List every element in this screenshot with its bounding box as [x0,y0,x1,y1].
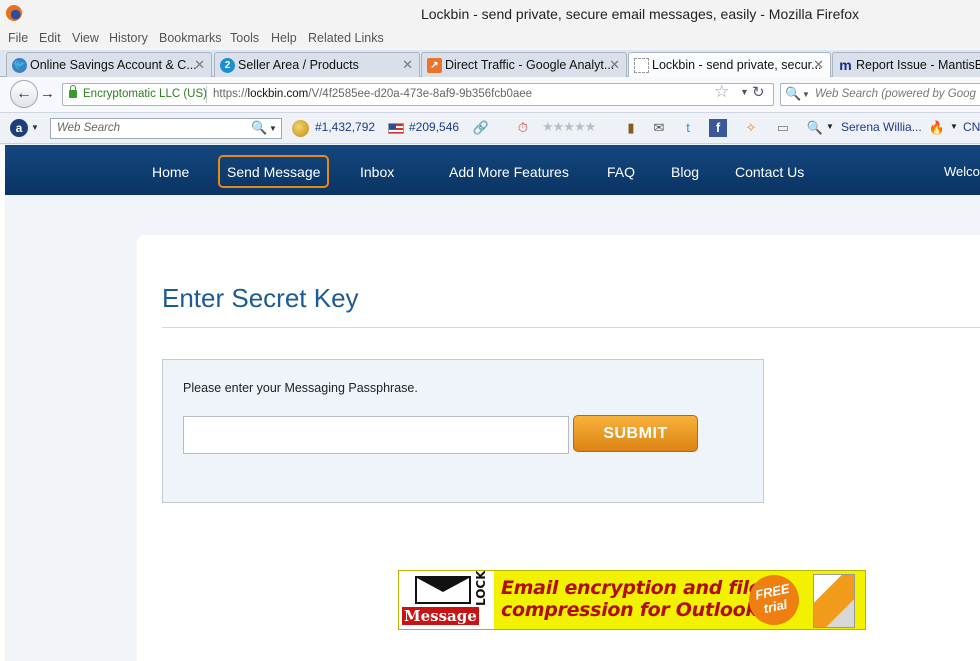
close-tab-icon[interactable]: ✕ [813,57,824,73]
search-engine-icon[interactable]: 🔍 [785,86,801,102]
blue-bird-icon: 🐦 [12,58,27,73]
nav-add-more-features[interactable]: Add More Features [449,164,569,180]
nav-contact-us[interactable]: Contact Us [735,164,804,180]
sparkle-icon[interactable]: ✧ [742,119,760,137]
mail-icon[interactable]: ✉ [650,119,668,137]
browser-search-box[interactable]: 🔍 ▼ Web Search (powered by Goog [780,83,980,106]
us-rank[interactable]: #209,546 [409,120,459,134]
welcome-text: Welcome [944,164,980,179]
messagelock-logo: Message LOCK [399,571,494,629]
tab-strip: 🐦 Online Savings Account & C... ✕ 2 Sell… [0,50,980,79]
passphrase-input[interactable] [183,416,569,454]
site-navigation: Home Send Message Inbox Add More Feature… [5,145,980,195]
us-flag-icon [388,123,404,134]
menu-tools[interactable]: Tools [230,31,259,45]
toolbar-trailing-label[interactable]: CN [963,120,980,134]
search-person-icon[interactable]: 🔍 [806,119,824,137]
alexa-rank[interactable]: #1,432,792 [315,120,375,134]
alexa-globe-icon[interactable] [292,120,309,137]
search-placeholder: Web Search (powered by Goog [815,88,976,100]
addon-toolbar: a ▼ Web Search 🔍 ▼ #1,432,792 #209,546 🔗… [0,113,980,144]
menu-bookmarks[interactable]: Bookmarks [159,31,222,45]
nav-home[interactable]: Home [152,164,189,180]
toolbar-search-input[interactable]: Web Search 🔍 ▼ [50,118,282,139]
close-tab-icon[interactable]: ✕ [402,57,413,73]
chevron-down-icon[interactable]: ▼ [269,124,277,133]
timer-icon[interactable]: ⏱ [514,119,532,137]
ask-logo-icon[interactable]: a [10,119,28,137]
flame-icon[interactable]: 🔥 [928,119,946,137]
site-identity[interactable]: Encryptomatic LLC (US) [83,88,207,100]
nav-blog[interactable]: Blog [671,164,699,180]
window-title: Lockbin - send private, secure email mes… [420,6,860,22]
bookmark-star-icon[interactable]: ☆ [714,82,729,102]
window-titlebar: Lockbin - send private, secure email mes… [0,0,980,30]
page-title: Enter Secret Key [162,283,359,313]
product-box-image [813,574,855,628]
page-left-edge [0,145,5,661]
menu-bar: File Edit View History Bookmarks Tools H… [0,30,980,48]
close-tab-icon[interactable]: ✕ [609,57,620,73]
envelope-icon [415,576,471,604]
analytics-icon: ↗ [427,58,442,73]
nav-send-message[interactable]: Send Message [227,164,320,180]
facebook-icon[interactable]: f [709,119,727,137]
chevron-down-icon[interactable]: ▼ [950,122,958,131]
url-history-dropdown-icon[interactable]: ▼ [740,87,749,97]
nav-inbox[interactable]: Inbox [360,164,394,180]
submit-button[interactable]: SUBMIT [573,415,698,452]
url-text[interactable]: https://lockbin.com/V/4f2585ee-d20a-473e… [213,88,532,100]
twitter-icon[interactable]: t [679,119,697,137]
search-icon[interactable]: 🔍 [251,120,267,136]
menu-related-links[interactable]: Related Links [308,31,384,45]
close-tab-icon[interactable]: ✕ [194,57,205,73]
url-separator [206,86,207,103]
notebook-icon[interactable]: ▮ [622,119,640,137]
forward-arrow-icon[interactable]: → [40,85,55,102]
link-icon[interactable]: 🔗 [472,119,490,137]
tab-seller-area[interactable]: 2 Seller Area / Products ✕ [214,52,420,77]
address-bar[interactable]: Encryptomatic LLC (US) https://lockbin.c… [62,83,774,106]
tab-direct-traffic[interactable]: ↗ Direct Traffic - Google Analyt... ✕ [421,52,627,77]
rating-stars[interactable]: ★★★★★ [542,119,596,135]
chevron-down-icon[interactable]: ▼ [802,90,810,99]
banner-headline: Email encryption and file compression fo… [501,577,762,621]
messagelock-banner-ad[interactable]: Message LOCK Email encryption and file c… [398,570,866,630]
lock-icon [69,85,77,98]
nav-faq[interactable]: FAQ [607,164,635,180]
menu-file[interactable]: File [8,31,28,45]
id-card-icon[interactable]: ▭ [774,119,792,137]
menu-view[interactable]: View [72,31,99,45]
menu-help[interactable]: Help [271,31,297,45]
menu-edit[interactable]: Edit [39,31,61,45]
back-arrow-icon[interactable]: ← [10,80,38,108]
blank-page-icon [634,58,649,73]
user-name[interactable]: Serena Willia... [841,120,922,134]
passphrase-prompt: Please enter your Messaging Passphrase. [183,381,418,395]
number-2-icon: 2 [220,58,235,73]
chevron-down-icon[interactable]: ▼ [31,123,39,132]
tab-report-issue[interactable]: m Report Issue - MantisBT [832,52,980,77]
reload-icon[interactable]: ↻ [752,83,765,101]
title-divider [162,327,980,328]
chevron-down-icon[interactable]: ▼ [826,122,834,131]
menu-history[interactable]: History [109,31,148,45]
mantis-icon: m [839,57,852,73]
navigation-bar: ← → Encryptomatic LLC (US) https://lockb… [0,77,980,113]
tab-lockbin[interactable]: Lockbin - send private, secur... ✕ [628,52,831,79]
tab-online-savings[interactable]: 🐦 Online Savings Account & C... ✕ [6,52,212,77]
